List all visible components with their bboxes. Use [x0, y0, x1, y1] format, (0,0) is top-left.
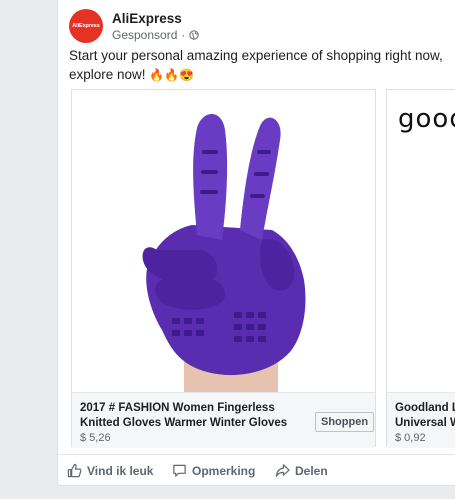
share-button[interactable]: Delen — [275, 463, 328, 478]
product-image[interactable]: good — [387, 90, 455, 392]
page-avatar[interactable]: AliExpress — [69, 9, 103, 43]
share-label: Delen — [295, 463, 328, 478]
product-title[interactable]: Goodland LE Universal W — [395, 401, 455, 431]
card-footer: Goodland LE Universal W $ 0,92 — [387, 392, 455, 448]
card-footer: 2017 # FASHION Women Fingerless Knitted … — [72, 392, 375, 448]
product-price: $ 0,92 — [395, 432, 426, 444]
like-button[interactable]: Vind ik leuk — [67, 463, 153, 478]
sponsored-label[interactable]: Gesponsord — [112, 28, 177, 42]
caption-text: Start your personal amazing experience o… — [69, 48, 443, 82]
carousel-card[interactable]: 2017 # FASHION Women Fingerless Knitted … — [71, 89, 376, 448]
avatar-logo-text: AliExpress — [72, 23, 100, 29]
comment-button[interactable]: Opmerking — [172, 463, 255, 478]
post-meta: Gesponsord · — [112, 28, 200, 42]
shop-now-button[interactable]: Shoppen — [315, 412, 375, 432]
carousel-card[interactable]: good Goodland LE Universal W $ 0,92 — [386, 89, 455, 448]
sponsored-post: AliExpress AliExpress Gesponsord · Start… — [57, 0, 455, 486]
product-image[interactable] — [72, 90, 375, 392]
brand-logo-text: good — [398, 104, 455, 134]
product-carousel: 2017 # FASHION Women Fingerless Knitted … — [71, 89, 455, 449]
like-label: Vind ik leuk — [87, 463, 154, 478]
page-name-link[interactable]: AliExpress — [112, 11, 182, 26]
comment-icon — [173, 464, 186, 477]
thumbs-up-icon — [67, 463, 82, 478]
share-icon — [275, 464, 290, 477]
comment-label: Opmerking — [192, 463, 256, 478]
post-caption: Start your personal amazing experience o… — [69, 46, 455, 85]
product-title[interactable]: 2017 # FASHION Women Fingerless Knitted … — [80, 401, 310, 431]
product-price: $ 5,26 — [80, 432, 111, 444]
post-actions-bar: Vind ik leuk Opmerking Delen — [58, 454, 455, 485]
meta-separator: · — [181, 28, 186, 42]
caption-emojis: 🔥🔥😍 — [149, 68, 195, 82]
globe-icon[interactable] — [189, 30, 200, 40]
purple-glove-image — [142, 114, 306, 392]
